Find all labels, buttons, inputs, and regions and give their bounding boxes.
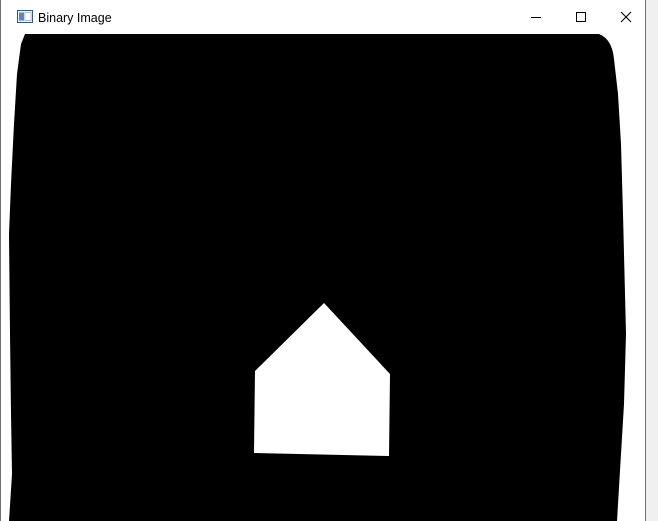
maximize-icon: [576, 12, 586, 22]
app-window-icon[interactable]: [17, 10, 33, 23]
window-title: Binary Image: [38, 11, 112, 25]
binary-image-window: Binary Image: [0, 0, 646, 521]
desktop-background: [646, 0, 658, 521]
title-bar[interactable]: Binary Image: [1, 0, 645, 34]
close-button[interactable]: [603, 0, 649, 34]
image-canvas: [9, 34, 645, 521]
minimize-button[interactable]: [513, 0, 559, 34]
minimize-icon: [531, 17, 541, 18]
close-icon: [620, 11, 632, 23]
binary-image: [9, 34, 645, 521]
maximize-button[interactable]: [558, 0, 604, 34]
